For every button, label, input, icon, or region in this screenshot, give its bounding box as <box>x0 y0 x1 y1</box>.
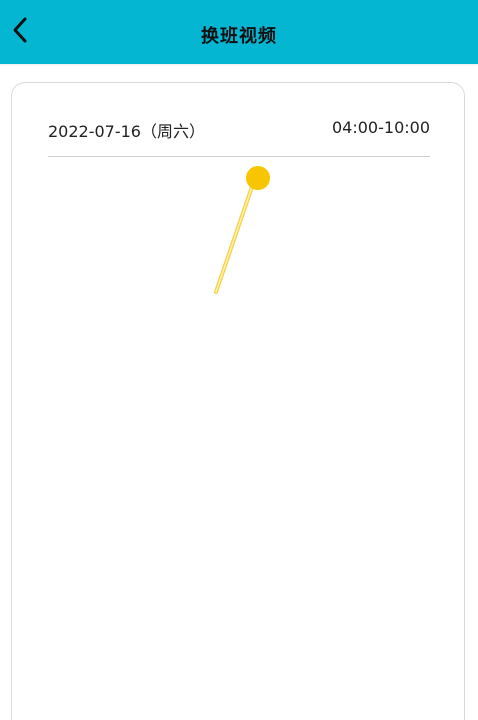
shift-info-row[interactable]: 2022-07-16（周六） 04:00-10:00 <box>48 118 430 142</box>
app-screen: 换班视频 2022-07-16（周六） 04:00-10:00 <box>0 0 478 720</box>
shift-card: 2022-07-16（周六） 04:00-10:00 <box>11 82 465 720</box>
top-navigation-bar: 换班视频 <box>0 0 478 64</box>
shift-time-range: 04:00-10:00 <box>332 118 430 137</box>
divider <box>48 156 430 157</box>
shift-date: 2022-07-16（周六） <box>48 122 205 141</box>
page-title: 换班视频 <box>201 26 277 47</box>
